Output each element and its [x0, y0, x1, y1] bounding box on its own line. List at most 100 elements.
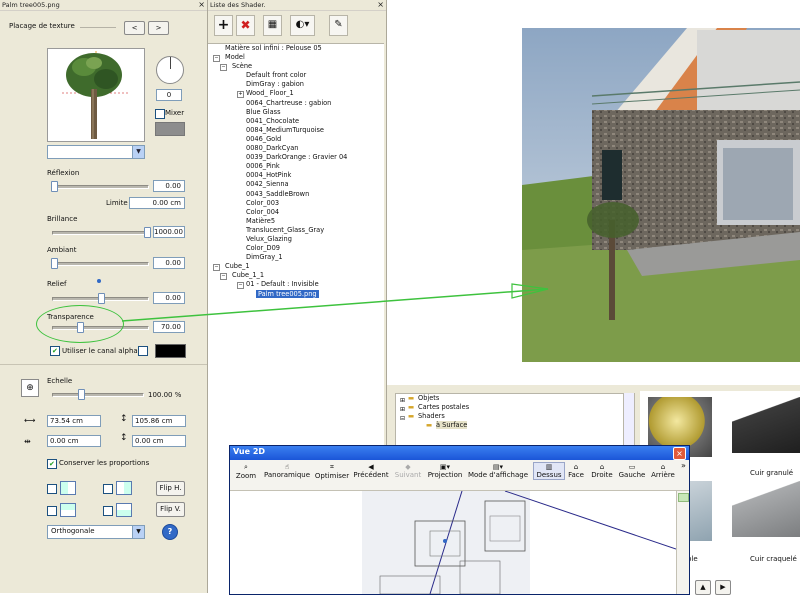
- rotation-dial[interactable]: [156, 56, 184, 84]
- alpha-color-checkbox[interactable]: [138, 346, 148, 356]
- tree-item[interactable]: 0004_HotPink: [208, 171, 384, 180]
- vue2d-canvas[interactable]: [230, 490, 677, 595]
- top-view-button[interactable]: ▥ Dessus: [533, 462, 565, 480]
- offset-y-field[interactable]: 0.00 cm: [132, 435, 186, 447]
- echelle-slider-track[interactable]: [52, 393, 144, 397]
- close-icon[interactable]: ×: [673, 447, 686, 460]
- projection-select[interactable]: Orthogonale ▼: [47, 525, 145, 539]
- tree-item[interactable]: Velux_Glazing: [208, 235, 384, 244]
- height-field[interactable]: 105.86 cm: [132, 415, 186, 427]
- collapse-icon[interactable]: −: [220, 273, 227, 281]
- conserver-proportions-checkbox[interactable]: [47, 459, 57, 469]
- limite-field[interactable]: 0.00 cm: [129, 197, 185, 209]
- brillance-field[interactable]: 1000.00: [153, 226, 185, 238]
- tree-item[interactable]: Default front color: [208, 71, 384, 80]
- right-view-button[interactable]: ⌂ Droite: [589, 463, 615, 479]
- scroll-thumb[interactable]: [678, 493, 689, 502]
- tree-item[interactable]: − Cube_1_1: [208, 271, 384, 281]
- reflexion-slider-thumb[interactable]: [51, 181, 58, 192]
- close-icon[interactable]: ×: [377, 0, 384, 10]
- tree-item[interactable]: Color_003: [208, 199, 384, 208]
- ambiant-slider-track[interactable]: [52, 262, 149, 266]
- shader-thumb-cuir-granule[interactable]: [732, 397, 800, 453]
- collapse-icon[interactable]: −: [213, 55, 220, 63]
- flip-h-button[interactable]: Flip H.: [156, 481, 185, 496]
- rotation-field[interactable]: 0: [156, 89, 182, 101]
- viewport-3d[interactable]: [387, 0, 800, 384]
- library-item[interactable]: ⊞ ▬ Cartes postales: [396, 403, 634, 413]
- previous-texture-button[interactable]: <: [124, 21, 145, 35]
- tree-item[interactable]: Blue Glass: [208, 108, 384, 117]
- next-button[interactable]: ◆ Suivant: [392, 463, 424, 479]
- tree-item[interactable]: 0039_DarkOrange : Gravier 04: [208, 153, 384, 162]
- mirror-v-checkbox[interactable]: [103, 506, 113, 516]
- mirror-h-checkbox[interactable]: [103, 484, 113, 494]
- library-item[interactable]: ⊟ ▬ Shaders: [396, 412, 634, 422]
- width-field[interactable]: 73.54 cm: [47, 415, 101, 427]
- close-icon[interactable]: ×: [198, 0, 205, 10]
- display-mode-button[interactable]: ▤▾ Mode d'affichage: [467, 463, 529, 479]
- tree-item[interactable]: Color_004: [208, 208, 384, 217]
- chevron-down-icon[interactable]: ▼: [132, 526, 144, 538]
- optimize-button[interactable]: ⌗ Optimiser: [314, 463, 350, 480]
- projection-button[interactable]: ▣▾ Projection: [426, 463, 464, 479]
- more-tools-button[interactable]: »: [679, 461, 688, 470]
- offset-x-field[interactable]: 0.00 cm: [47, 435, 101, 447]
- echelle-slider-thumb[interactable]: [78, 389, 85, 400]
- tree-item[interactable]: DimGray_1: [208, 253, 384, 262]
- tree-item[interactable]: 0041_Chocolate: [208, 117, 384, 126]
- reflexion-field[interactable]: 0.00: [153, 180, 185, 192]
- tree-item[interactable]: 0042_Sienna: [208, 180, 384, 189]
- add-shader-icon[interactable]: +: [214, 15, 233, 36]
- scrollbar[interactable]: [623, 393, 634, 453]
- mixer-checkbox[interactable]: [155, 109, 165, 119]
- tree-item[interactable]: 0043_SaddleBrown: [208, 190, 384, 199]
- tree-item[interactable]: − Cube_1: [208, 262, 384, 272]
- flip-v-button[interactable]: Flip V.: [156, 502, 185, 517]
- collapse-icon[interactable]: −: [213, 264, 220, 272]
- shader-thumb-cuir-craquele[interactable]: [732, 481, 800, 537]
- collapse-icon[interactable]: −: [237, 282, 244, 290]
- tree-item[interactable]: DimGray : gabion: [208, 80, 384, 89]
- tree-item[interactable]: 0046_Gold: [208, 135, 384, 144]
- tree-item[interactable]: Matière sol infini : Pelouse 05: [208, 44, 384, 53]
- pick-shader-icon[interactable]: ✎: [329, 15, 348, 36]
- alpha-color-swatch[interactable]: [155, 344, 186, 358]
- tree-item[interactable]: 0006_Pink: [208, 162, 384, 171]
- tree-item-selected[interactable]: Palm tree005.png: [208, 289, 384, 299]
- relief-field[interactable]: 0.00: [153, 292, 185, 304]
- tree-item[interactable]: Color_D09: [208, 244, 384, 253]
- library-item[interactable]: ⊞ ▬ Objets: [396, 394, 634, 404]
- transparence-field[interactable]: 70.00: [153, 321, 185, 333]
- tile-v-checkbox[interactable]: [47, 506, 57, 516]
- brillance-slider-thumb[interactable]: [144, 227, 151, 238]
- tree-item[interactable]: 0064_Chartreuse : gabion: [208, 99, 384, 108]
- delete-shader-icon[interactable]: ✖: [236, 15, 255, 36]
- zoom-button[interactable]: ⌕ Zoom: [232, 463, 260, 480]
- previous-button[interactable]: ◀ Précédent: [352, 463, 390, 479]
- texture-library-icon[interactable]: ▦: [263, 15, 282, 36]
- mixer-color-swatch[interactable]: [155, 122, 185, 136]
- tree-item[interactable]: − Scène: [208, 62, 384, 72]
- vue2d-titlebar[interactable]: Vue 2D ×: [230, 446, 689, 460]
- relief-slider-thumb[interactable]: [98, 293, 105, 304]
- tree-item[interactable]: − Model: [208, 53, 384, 63]
- tree-item[interactable]: 0084_MediumTurquoise: [208, 126, 384, 135]
- tree-item[interactable]: Matière5: [208, 217, 384, 226]
- vertical-scrollbar[interactable]: [676, 491, 689, 594]
- ambiant-field[interactable]: 0.00: [153, 257, 185, 269]
- next-texture-button[interactable]: >: [148, 21, 169, 35]
- help-icon[interactable]: ?: [162, 524, 178, 540]
- chevron-down-icon[interactable]: ▼: [132, 146, 144, 158]
- collapse-icon[interactable]: −: [220, 64, 227, 72]
- alpha-channel-checkbox[interactable]: [50, 346, 60, 356]
- tree-item[interactable]: 0080_DarkCyan: [208, 144, 384, 153]
- back-view-button[interactable]: ⌂ Arrière: [649, 463, 677, 479]
- tile-h-checkbox[interactable]: [47, 484, 57, 494]
- tree-item[interactable]: Translucent_Glass_Gray: [208, 226, 384, 235]
- pan-button[interactable]: ☝ Panoramique: [261, 463, 313, 479]
- brillance-slider-track[interactable]: [52, 231, 149, 235]
- reflexion-slider-track[interactable]: [52, 185, 149, 189]
- expand-icon[interactable]: +: [237, 91, 244, 99]
- material-sphere-icon[interactable]: ◐▾: [290, 15, 315, 36]
